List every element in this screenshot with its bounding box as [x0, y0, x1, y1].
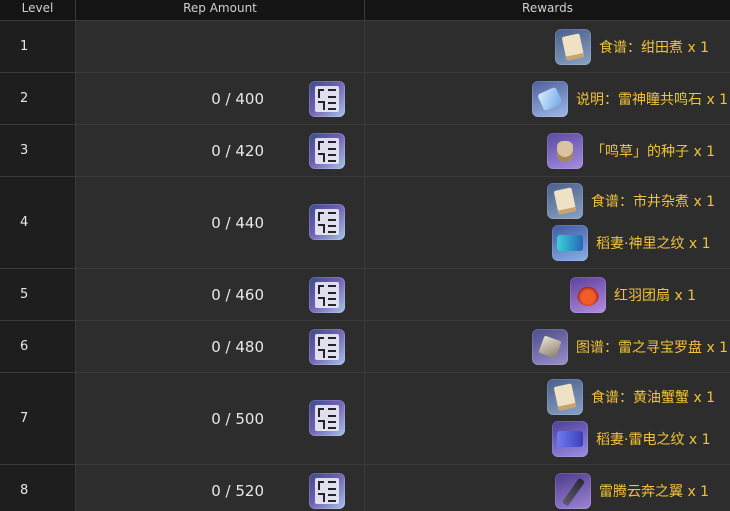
reward-item: 食谱：市井杂煮 x 1 — [547, 183, 715, 219]
level-cell: 4 — [0, 177, 75, 268]
header-rep-amount: Rep Amount — [75, 0, 364, 20]
reward-item: 「鸣草」的种子 x 1 — [547, 133, 715, 169]
table-row: 8 0 / 520 雷腾云奔之翼 x 1 — [0, 464, 730, 511]
namecard-icon — [552, 225, 588, 261]
reward-label: 说明：雷神瞳共鸣石 x 1 — [576, 92, 729, 108]
reward-item: 雷腾云奔之翼 x 1 — [555, 473, 709, 509]
rep-progress: 0 / 460 — [211, 285, 264, 304]
reputation-rewards-table: Level Rep Amount Rewards 1 食谱：绀田煮 x 1 2 … — [0, 0, 730, 511]
reward-item: 图谱：雷之寻宝罗盘 x 1 — [532, 329, 728, 365]
header-level: Level — [21, 1, 54, 15]
level-cell: 3 — [0, 125, 75, 176]
table-row: 5 0 / 460 红羽团扇 x 1 — [0, 268, 730, 320]
level-cell: 2 — [0, 73, 75, 124]
recipe-icon — [547, 183, 583, 219]
reputation-icon — [309, 473, 345, 509]
reward-label: 食谱：绀田煮 x 1 — [599, 40, 710, 56]
level-cell: 8 — [0, 465, 75, 511]
rep-cell: 0 / 460 — [75, 269, 364, 320]
namecard-icon — [552, 421, 588, 457]
reward-label: 「鸣草」的种子 x 1 — [591, 144, 716, 160]
reward-label: 红羽团扇 x 1 — [614, 288, 697, 304]
reputation-icon — [309, 400, 345, 436]
rep-progress: 0 / 440 — [211, 213, 264, 232]
rep-progress: 0 / 420 — [211, 141, 264, 160]
rep-cell: 0 / 480 — [75, 321, 364, 372]
level-cell: 1 — [0, 21, 75, 72]
reward-label: 食谱：黄油蟹蟹 x 1 — [591, 390, 716, 406]
table-row: 1 食谱：绀田煮 x 1 — [0, 20, 730, 72]
rep-cell: 0 / 440 — [75, 177, 364, 268]
reward-label: 雷腾云奔之翼 x 1 — [599, 484, 710, 500]
table-row: 4 0 / 440 食谱：市井杂煮 x 1 稻妻·神里之纹 x 1 — [0, 176, 730, 268]
reward-label: 食谱：市井杂煮 x 1 — [591, 194, 716, 210]
rewards-cell: 食谱：绀田煮 x 1 — [364, 21, 730, 72]
wing-glider-icon — [555, 473, 591, 509]
reputation-icon — [309, 204, 345, 240]
rewards-cell: 雷腾云奔之翼 x 1 — [364, 465, 730, 511]
reward-item: 食谱：黄油蟹蟹 x 1 — [547, 379, 715, 415]
reward-item: 稻妻·雷电之纹 x 1 — [552, 421, 711, 457]
table-row: 6 0 / 480 图谱：雷之寻宝罗盘 x 1 — [0, 320, 730, 372]
reward-item: 说明：雷神瞳共鸣石 x 1 — [532, 81, 728, 117]
reward-item: 红羽团扇 x 1 — [570, 277, 696, 313]
header-rewards: Rewards — [364, 0, 730, 20]
recipe-icon — [547, 379, 583, 415]
table-row: 2 0 / 400 说明：雷神瞳共鸣石 x 1 — [0, 72, 730, 124]
reputation-icon — [309, 329, 345, 365]
reward-label: 稻妻·雷电之纹 x 1 — [596, 432, 711, 448]
rewards-cell: 食谱：黄油蟹蟹 x 1 稻妻·雷电之纹 x 1 — [364, 373, 730, 464]
table-row: 7 0 / 500 食谱：黄油蟹蟹 x 1 稻妻·雷电之纹 x 1 — [0, 372, 730, 464]
reward-label: 图谱：雷之寻宝罗盘 x 1 — [576, 340, 729, 356]
compass-icon — [532, 329, 568, 365]
reward-item: 稻妻·神里之纹 x 1 — [552, 225, 711, 261]
item-icon — [532, 81, 568, 117]
rep-progress: 0 / 400 — [211, 89, 264, 108]
level-cell: 5 — [0, 269, 75, 320]
rewards-cell: 红羽团扇 x 1 — [364, 269, 730, 320]
rep-cell — [75, 21, 364, 72]
level-cell: 6 — [0, 321, 75, 372]
reputation-icon — [309, 277, 345, 313]
recipe-icon — [555, 29, 591, 65]
rewards-cell: 说明：雷神瞳共鸣石 x 1 — [364, 73, 730, 124]
rep-cell: 0 / 500 — [75, 373, 364, 464]
rewards-cell: 图谱：雷之寻宝罗盘 x 1 — [364, 321, 730, 372]
rep-progress: 0 / 500 — [211, 409, 264, 428]
fan-icon — [570, 277, 606, 313]
reward-label: 稻妻·神里之纹 x 1 — [596, 236, 711, 252]
reward-item: 食谱：绀田煮 x 1 — [555, 29, 709, 65]
seed-bag-icon — [547, 133, 583, 169]
rep-cell: 0 / 520 — [75, 465, 364, 511]
table-header: Level Rep Amount Rewards — [0, 0, 730, 20]
rep-progress: 0 / 480 — [211, 337, 264, 356]
rep-cell: 0 / 400 — [75, 73, 364, 124]
table-row: 3 0 / 420 「鸣草」的种子 x 1 — [0, 124, 730, 176]
reputation-icon — [309, 133, 345, 169]
rewards-cell: 「鸣草」的种子 x 1 — [364, 125, 730, 176]
rep-progress: 0 / 520 — [211, 481, 264, 500]
rep-cell: 0 / 420 — [75, 125, 364, 176]
reputation-icon — [309, 81, 345, 117]
level-cell: 7 — [0, 373, 75, 464]
rewards-cell: 食谱：市井杂煮 x 1 稻妻·神里之纹 x 1 — [364, 177, 730, 268]
